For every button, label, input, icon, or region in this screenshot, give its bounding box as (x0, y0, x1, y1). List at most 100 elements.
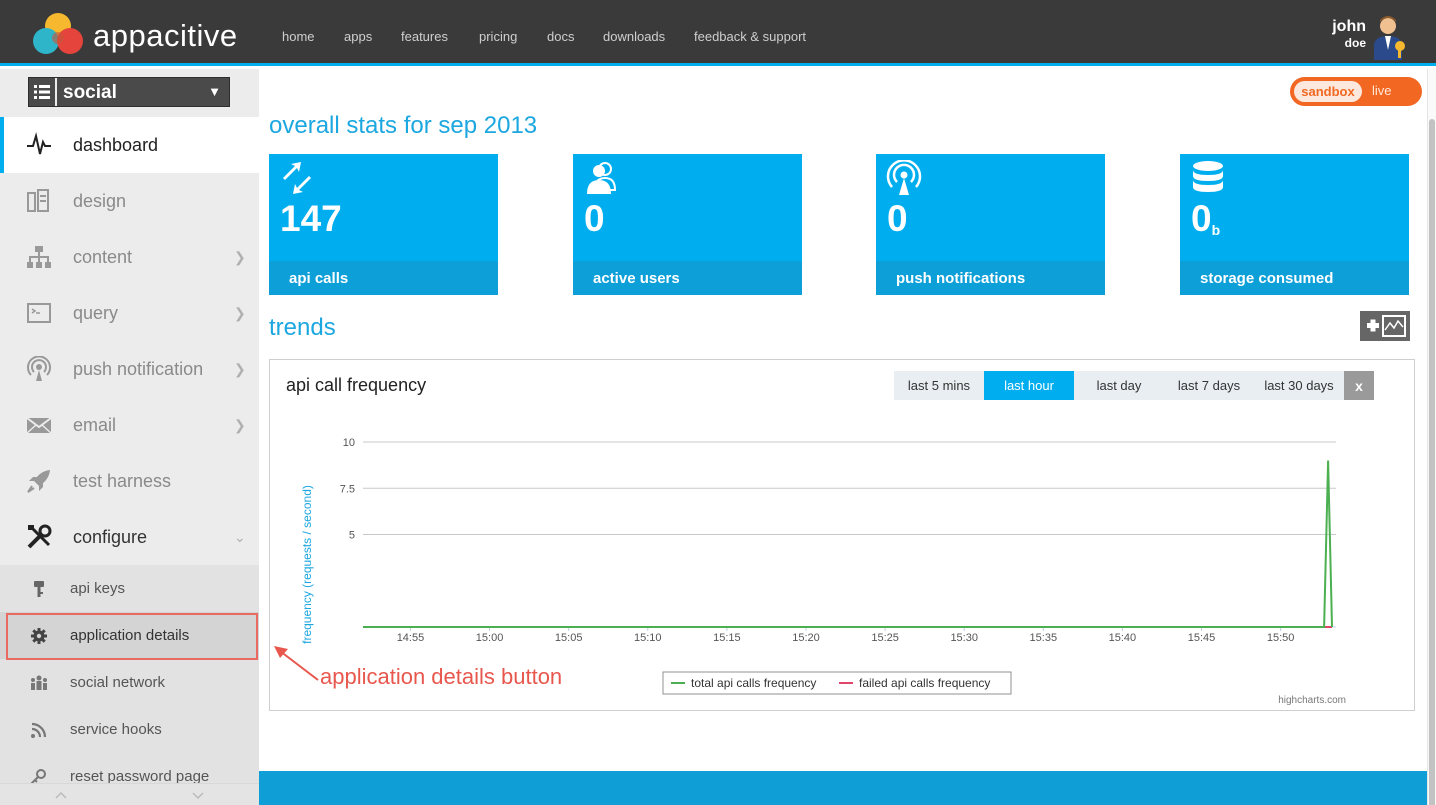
api-frequency-chart-panel: api call frequency last 5 mins last hour… (269, 359, 1415, 711)
chevron-right-icon: ❯ (234, 360, 246, 377)
user-last-name: doe (1344, 36, 1366, 50)
user-icon (587, 162, 617, 194)
stat-tile-active-users[interactable]: 0 active users (573, 154, 802, 295)
footer-bar (259, 771, 1427, 805)
nav-feedback[interactable]: feedback & support (694, 29, 824, 44)
x-tick-label: 15:05 (555, 632, 583, 644)
sidebar-scroll-controls[interactable] (0, 783, 259, 805)
stat-label: storage consumed (1200, 270, 1334, 287)
sub-item-label: service hooks (70, 721, 162, 738)
annotation-label: application details button (320, 664, 563, 689)
y-tick-label: 7.5 (340, 483, 355, 495)
chevron-right-icon: ❯ (234, 248, 246, 265)
nav-home[interactable]: home (282, 29, 344, 44)
legend-label: total api calls frequency (691, 676, 816, 690)
stat-footer: storage consumed (1180, 261, 1409, 295)
x-tick-label: 15:15 (713, 632, 741, 644)
chart-canvas: 5 7.5 10 14:55 15:00 15:05 15:10 15:15 15:20 15:2… (300, 437, 1336, 695)
sidebar-item-label: configure (73, 526, 148, 547)
stat-value: 0 (584, 198, 605, 239)
app-selector[interactable]: social ▼ (28, 77, 230, 107)
nav-downloads[interactable]: downloads (603, 29, 694, 44)
x-tick-label: 15:35 (1030, 632, 1058, 644)
sidebar-item-label: content (73, 246, 133, 267)
tools-icon (26, 524, 52, 550)
nav-apps[interactable]: apps (344, 29, 401, 44)
sidebar-item-label: email (73, 414, 117, 435)
page-scrollbar[interactable] (1427, 69, 1436, 805)
sidebar-item-label: push notification (73, 358, 204, 379)
main-nav: home apps features pricing docs download… (282, 29, 824, 44)
database-icon (1193, 161, 1223, 192)
user-first-name: john (1332, 18, 1366, 35)
stat-tile-api-calls[interactable]: 147 api calls (269, 154, 498, 295)
sub-item-api-keys[interactable]: api keys (0, 565, 259, 612)
sidebar-item-content[interactable]: content ❯ (0, 229, 259, 285)
y-tick-label: 10 (343, 437, 355, 449)
sub-item-label: social network (70, 674, 166, 691)
sitemap-icon (26, 244, 52, 270)
pulse-icon (26, 132, 52, 158)
sidebar-item-design[interactable]: design (0, 173, 259, 229)
nav-features[interactable]: features (401, 29, 479, 44)
stat-footer: active users (573, 261, 802, 295)
x-tick-label: 15:25 (871, 632, 899, 644)
app-selector-value: social (63, 82, 117, 103)
user-menu[interactable]: john doe (1332, 18, 1366, 50)
chevron-down-icon: ⌄ (234, 528, 246, 545)
sidebar-item-label: design (73, 190, 127, 211)
sub-item-social-network[interactable]: social network (0, 659, 259, 706)
sidebar-item-label: query (73, 302, 119, 323)
terminal-icon (26, 300, 52, 326)
add-chart-button[interactable] (1360, 311, 1410, 341)
sidebar-item-push-notification[interactable]: push notification ❯ (0, 341, 259, 397)
sidebar-item-configure[interactable]: configure ⌄ (0, 509, 259, 565)
x-tick-label: 15:10 (634, 632, 662, 644)
sidebar: social ▼ dashboard design content ❯ quer… (0, 69, 259, 805)
top-navbar: appacitive home apps features pricing do… (0, 0, 1436, 66)
chevron-down-icon: ▼ (208, 84, 221, 99)
user-avatar[interactable] (1372, 14, 1408, 60)
stat-tile-push-notifications[interactable]: 0 push notifications (876, 154, 1105, 295)
scroll-arrows-icon (55, 791, 204, 800)
stat-label: push notifications (896, 270, 1026, 287)
stat-label: active users (593, 270, 680, 287)
sidebar-item-test-harness[interactable]: test harness (0, 453, 259, 509)
stat-value: 0b (1191, 198, 1221, 239)
live-option[interactable]: live (1372, 83, 1392, 98)
x-tick-label: 15:40 (1109, 632, 1137, 644)
key-icon (30, 580, 48, 598)
brand-name[interactable]: appacitive (93, 18, 238, 54)
sidebar-item-email[interactable]: email ❯ (0, 397, 259, 453)
rocket-icon (26, 468, 52, 494)
stat-footer: push notifications (876, 261, 1105, 295)
rss-icon (30, 721, 48, 739)
x-tick-label: 15:00 (476, 632, 504, 644)
sidebar-item-dashboard[interactable]: dashboard (0, 117, 259, 173)
y-tick-label: 5 (349, 530, 355, 542)
sandbox-option[interactable]: sandbox (1294, 81, 1362, 102)
broadcast-icon (886, 160, 922, 195)
x-tick-label: 15:50 (1267, 632, 1295, 644)
annotation-arrow (274, 646, 319, 681)
scrollbar-thumb[interactable] (1429, 119, 1435, 805)
annotation-highlight-box (6, 613, 258, 660)
highcharts-credits[interactable]: highcharts.com (1278, 695, 1346, 706)
x-tick-label: 15:20 (792, 632, 820, 644)
x-tick-label: 15:30 (950, 632, 978, 644)
nav-pricing[interactable]: pricing (479, 29, 547, 44)
stat-tile-storage-consumed[interactable]: 0b storage consumed (1180, 154, 1409, 295)
x-tick-label: 14:55 (397, 632, 425, 644)
nav-docs[interactable]: docs (547, 29, 603, 44)
sidebar-item-label: test harness (73, 470, 172, 491)
stat-footer: api calls (269, 261, 498, 295)
sidebar-item-query[interactable]: query ❯ (0, 285, 259, 341)
list-icon (29, 78, 57, 106)
sub-item-service-hooks[interactable]: service hooks (0, 706, 259, 753)
chevron-right-icon: ❯ (234, 416, 246, 433)
add-chart-icon (1367, 315, 1406, 337)
appacitive-logo[interactable] (30, 8, 86, 58)
design-icon (26, 188, 52, 214)
arrows-icon (283, 162, 311, 194)
environment-toggle[interactable]: sandbox live (1290, 77, 1422, 106)
